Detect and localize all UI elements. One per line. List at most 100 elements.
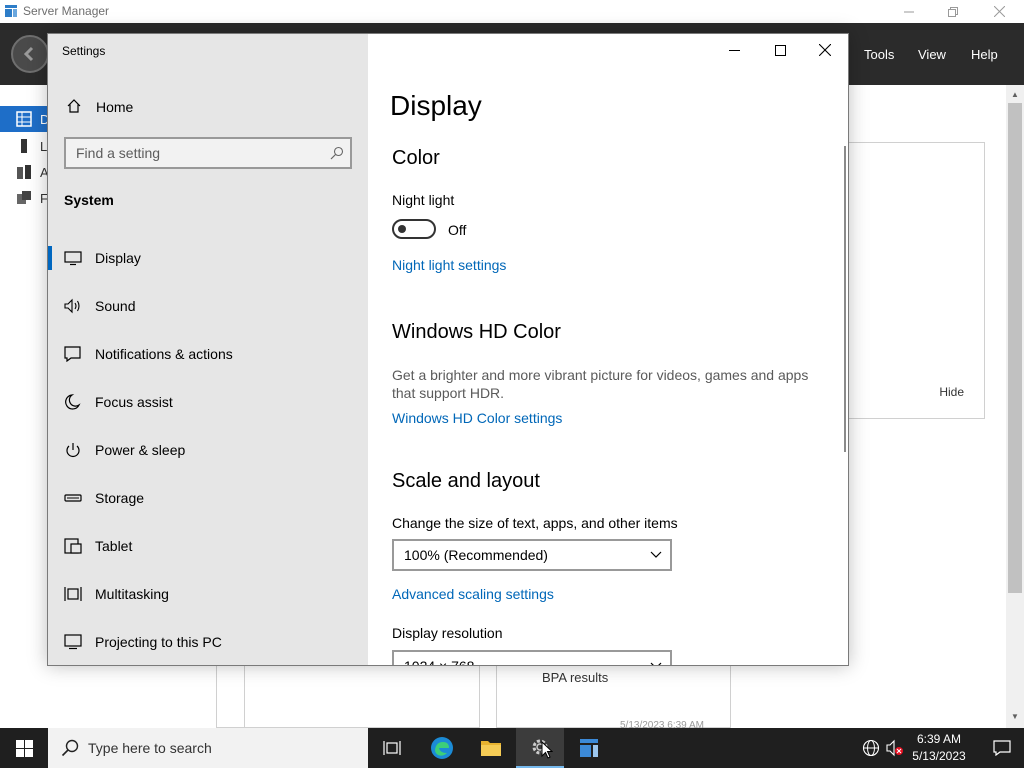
edge-button[interactable] [418, 728, 466, 768]
settings-content: Display Color Night light Off Night ligh… [368, 34, 848, 666]
nav-item-label: Power & sleep [95, 442, 186, 458]
sm-tile-left-edge [216, 665, 246, 728]
nav-item-projecting[interactable]: Projecting to this PC [48, 622, 368, 662]
night-light-label: Night light [392, 192, 455, 208]
nav-home[interactable]: Home [48, 92, 368, 122]
sm-tile-panel: Hide [848, 142, 985, 419]
notification-icon [993, 740, 1011, 756]
file-explorer-button[interactable] [467, 728, 515, 768]
settings-window-title: Settings [62, 44, 106, 58]
resolution-dropdown-value: 1024 × 768 [404, 658, 475, 666]
settings-taskbar-button[interactable] [516, 728, 564, 768]
task-view-icon [383, 741, 401, 755]
find-setting-box[interactable] [64, 137, 352, 169]
moon-icon [65, 394, 81, 410]
resolution-dropdown[interactable]: 1024 × 768 [392, 650, 672, 666]
task-view-button[interactable] [368, 728, 416, 768]
content-scrollbar[interactable] [844, 146, 846, 452]
scroll-down-icon[interactable]: ▼ [1006, 709, 1024, 725]
nav-item-label: Projecting to this PC [95, 634, 222, 650]
server-manager-icon [5, 5, 17, 17]
nav-item-storage[interactable]: Storage [48, 478, 368, 518]
minimize-button[interactable] [711, 34, 757, 66]
maximize-icon [774, 44, 786, 56]
settings-nav-pane: Settings Home System Display Sound Notif… [48, 34, 368, 665]
action-center-button[interactable] [980, 728, 1024, 768]
scale-layout-heading: Scale and layout [392, 470, 540, 492]
storage-icon [64, 494, 82, 502]
color-heading: Color [392, 147, 440, 169]
nav-item-notifications[interactable]: Notifications & actions [48, 334, 368, 374]
nav-item-label: Tablet [95, 538, 133, 554]
nav-item-tablet[interactable]: Tablet [48, 526, 368, 566]
nav-item-focus-assist[interactable]: Focus assist [48, 382, 368, 422]
menu-tools[interactable]: Tools [864, 47, 894, 62]
nav-item-label: Focus assist [95, 394, 173, 410]
servers-icon [17, 165, 31, 179]
start-button[interactable] [0, 728, 48, 768]
advanced-scaling-link[interactable]: Advanced scaling settings [392, 586, 554, 602]
sm-scroll-thumb[interactable] [1008, 103, 1022, 593]
nav-item-display[interactable]: Display [48, 238, 368, 278]
nav-item-label: Multitasking [95, 586, 169, 602]
dashboard-icon [16, 111, 32, 127]
taskbar-clock[interactable]: 6:39 AM 5/13/2023 [908, 731, 970, 765]
nav-item-label: Notifications & actions [95, 346, 233, 362]
minimize-icon [904, 11, 914, 12]
nav-section-heading: System [64, 192, 114, 208]
nav-item-power-sleep[interactable]: Power & sleep [48, 430, 368, 470]
chevron-down-icon [650, 662, 662, 665]
home-icon [67, 99, 81, 113]
scroll-up-icon[interactable]: ▲ [1006, 87, 1024, 103]
nav-item-sound[interactable]: Sound [48, 286, 368, 326]
file-services-icon [17, 191, 31, 204]
restore-icon [948, 6, 958, 17]
sm-sidebar-dashboard[interactable]: D [0, 106, 49, 132]
sm-sidebar-local-server[interactable]: L [0, 133, 48, 159]
back-arrow-icon [23, 46, 34, 62]
minimize-icon [728, 49, 740, 51]
night-light-state: Off [448, 222, 467, 238]
sm-sidebar-file-services[interactable]: F [0, 185, 48, 211]
windows-logo-icon [15, 739, 33, 757]
menu-help[interactable]: Help [971, 47, 998, 62]
network-icon[interactable] [862, 739, 880, 757]
server-manager-title: Server Manager [23, 4, 110, 18]
mouse-cursor-icon [541, 741, 553, 759]
scale-dropdown-value: 100% (Recommended) [404, 547, 548, 563]
scale-dropdown[interactable]: 100% (Recommended) [392, 539, 672, 571]
night-light-settings-link[interactable]: Night light settings [392, 257, 506, 273]
search-icon [330, 146, 344, 160]
toggle-knob [398, 225, 406, 233]
sm-close-button[interactable] [976, 0, 1022, 23]
close-button[interactable] [802, 34, 848, 66]
search-icon [61, 739, 79, 757]
hd-color-description: Get a brighter and more vibrant picture … [392, 367, 809, 401]
sm-tile [244, 665, 480, 728]
sm-scrollbar[interactable]: ▲ ▼ [1006, 85, 1024, 728]
nav-item-label: Sound [95, 298, 136, 314]
maximize-button[interactable] [757, 34, 803, 66]
server-manager-taskbar-button[interactable] [565, 728, 613, 768]
sm-restore-button[interactable] [930, 0, 976, 23]
hd-color-heading: Windows HD Color [392, 321, 561, 343]
nav-item-multitasking[interactable]: Multitasking [48, 574, 368, 614]
hide-link[interactable]: Hide [939, 385, 964, 399]
back-button[interactable] [11, 35, 49, 73]
hd-color-settings-link[interactable]: Windows HD Color settings [392, 410, 562, 426]
close-icon [993, 6, 1005, 17]
find-setting-input[interactable] [76, 145, 316, 161]
edge-icon [431, 737, 453, 759]
nav-item-label: Storage [95, 490, 145, 506]
sm-sidebar-all-servers[interactable]: A [0, 159, 49, 185]
chevron-down-icon [650, 551, 662, 558]
night-light-toggle[interactable] [392, 219, 436, 239]
taskbar-search-placeholder: Type here to search [88, 740, 212, 756]
page-title: Display [390, 90, 482, 121]
taskbar-search-box[interactable]: Type here to search [48, 728, 368, 768]
volume-muted-icon[interactable] [886, 739, 904, 757]
nav-home-label: Home [96, 99, 134, 115]
bpa-results-label: BPA results [542, 670, 609, 685]
menu-view[interactable]: View [918, 47, 946, 62]
sm-minimize-button[interactable] [886, 0, 932, 23]
